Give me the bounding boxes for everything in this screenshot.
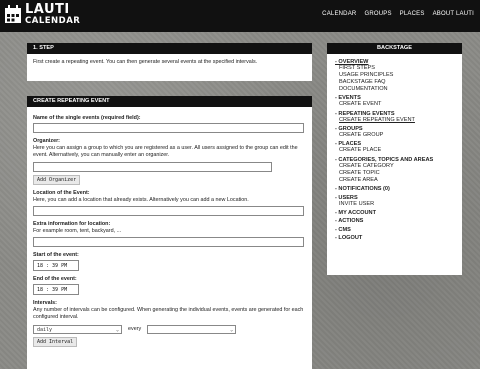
step-panel: 1. STEP First create a repeating event. …	[27, 43, 312, 81]
location-input[interactable]	[33, 205, 304, 216]
extra-info-input[interactable]	[33, 237, 304, 248]
form-title: CREATE REPEATING EVENT	[27, 96, 312, 107]
interval-every-select[interactable]: ⌄	[147, 324, 237, 334]
add-organizer-button[interactable]: Add Organizer	[33, 174, 81, 185]
sidebar-section-label: - USERS	[335, 194, 358, 201]
sidebar-item[interactable]: BACKSTAGE FAQ	[335, 79, 454, 86]
interval-type-value: daily	[37, 326, 53, 333]
extra-info-help: For example room, tent, backyard, ...	[33, 227, 122, 234]
chevron-down-icon: ⌄	[230, 326, 234, 333]
sidebar-section-label: - MY ACCOUNT	[335, 209, 377, 216]
sidebar-item[interactable]: CREATE EVENT	[335, 101, 454, 108]
sidebar-item[interactable]: FIRST STEPS	[335, 65, 454, 72]
create-repeating-event-form: CREATE REPEATING EVENT Name of the singl…	[27, 96, 312, 369]
sidebar-item[interactable]: CREATE AREA	[335, 177, 454, 184]
location-help: Here, you can add a location that alread…	[33, 196, 249, 203]
sidebar-section-label: - REPEATING EVENTS	[335, 110, 395, 117]
interval-type-select[interactable]: daily ⌄	[33, 324, 122, 334]
nav-calendar[interactable]: CALENDAR	[322, 11, 356, 17]
sidebar-item[interactable]: CREATE GROUP	[335, 132, 454, 139]
chevron-down-icon: ⌄	[115, 326, 119, 333]
organizer-help: Here you can assign a group to which you…	[33, 145, 298, 159]
sidebar-item[interactable]: CREATE REPEATING EVENT	[335, 117, 454, 124]
step-text: First create a repeating event. You can …	[33, 59, 258, 65]
sidebar-section-label: - CATEGORIES, TOPICS AND AREAS	[335, 156, 434, 163]
intervals-help: Any number of intervals can be configure…	[33, 307, 304, 321]
sidebar-item[interactable]: CREATE TOPIC	[335, 170, 454, 177]
every-label: every	[128, 326, 142, 333]
name-label: Name of the single events (required fiel…	[33, 115, 141, 121]
name-input[interactable]	[33, 123, 304, 133]
sidebar-section-label: - NOTIFICATIONS (0)	[335, 186, 390, 193]
nav-about[interactable]: ABOUT LAUTI	[433, 11, 474, 17]
site-logo[interactable]: LAUTI CALENDAR	[4, 3, 80, 26]
logo-subtitle: CALENDAR	[25, 16, 81, 26]
organizer-label: Organizer:	[33, 138, 60, 144]
sidebar-section[interactable]: - ACTIONS	[335, 218, 454, 224]
backstage-sidebar: BACKSTAGE - OVERVIEW FIRST STEPS USAGE PRI…	[327, 43, 462, 275]
organizer-input[interactable]	[33, 161, 272, 172]
intervals-label: Intervals:	[33, 300, 57, 307]
sidebar-item[interactable]: DOCUMENTATION	[335, 86, 454, 93]
sidebar-item[interactable]: USAGE PRINCIPLES	[335, 72, 454, 79]
start-time-input[interactable]: 18 : 39 PM	[33, 260, 79, 272]
sidebar-section-label: - LOGOUT	[335, 235, 363, 242]
sidebar-section[interactable]: - LOGOUT	[335, 235, 454, 241]
location-label: Location of the Event:	[33, 189, 90, 196]
sidebar-section-label: - CMS	[335, 226, 351, 233]
add-interval-button[interactable]: Add Interval	[33, 336, 78, 347]
start-label: Start of the event:	[33, 252, 79, 259]
main-nav: CALENDAR GROUPS PLACES ABOUT LAUTI	[322, 11, 474, 17]
sidebar-item[interactable]: CREATE CATEGORY	[335, 163, 454, 170]
logo-title: LAUTI	[25, 2, 70, 17]
top-bar: LAUTI CALENDAR CALENDAR GROUPS PLACES AB…	[0, 0, 480, 32]
nav-places[interactable]: PLACES	[400, 11, 425, 17]
end-time-input[interactable]: 18 : 39 PM	[33, 284, 79, 296]
extra-info-label: Extra information for location:	[33, 220, 111, 227]
calendar-logo-icon	[5, 5, 21, 24]
sidebar-section[interactable]: - CMS	[335, 227, 454, 233]
step-title: 1. STEP	[27, 43, 312, 54]
sidebar-title: BACKSTAGE	[327, 43, 462, 54]
nav-groups[interactable]: GROUPS	[364, 11, 391, 17]
sidebar-section[interactable]: - MY ACCOUNT	[335, 210, 454, 216]
sidebar-section[interactable]: - NOTIFICATIONS (0)	[335, 186, 454, 192]
sidebar-menu: - OVERVIEW FIRST STEPS USAGE PRINCIPLES BAC…	[327, 54, 462, 246]
sidebar-item[interactable]: INVITE USER	[335, 201, 454, 208]
sidebar-section-label: - ACTIONS	[335, 218, 364, 225]
sidebar-item[interactable]: CREATE PLACE	[335, 147, 454, 154]
end-label: End of the event:	[33, 276, 77, 283]
